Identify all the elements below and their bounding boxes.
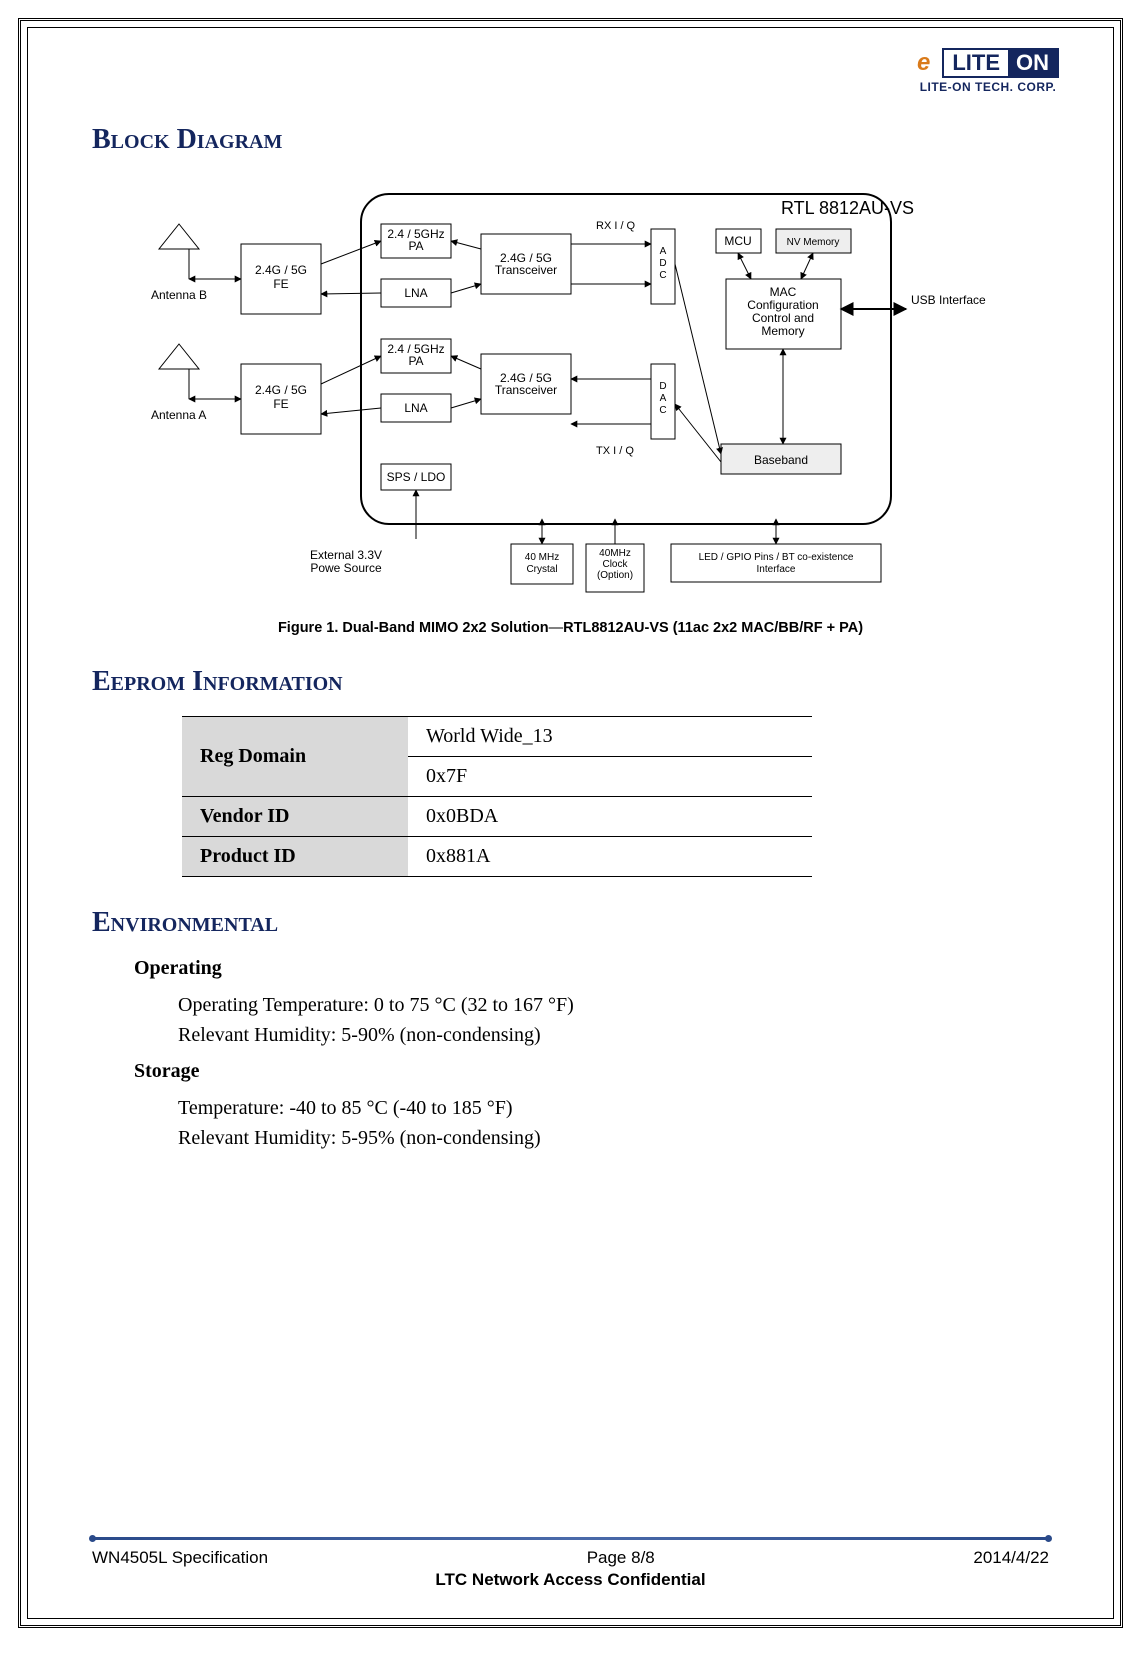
operating-humidity: Relevant Humidity: 5-90% (non-condensing… xyxy=(178,1020,1049,1050)
vendor-id-value: 0x0BDA xyxy=(408,797,812,837)
svg-text:MCU: MCU xyxy=(724,234,751,248)
footer-doc-name: WN4505L Specification xyxy=(92,1548,268,1568)
section-eeprom-heading: Eeprom Information xyxy=(92,666,1049,698)
svg-text:TX I / Q: TX I / Q xyxy=(596,445,634,457)
svg-text:DAC: DAC xyxy=(659,381,666,416)
section-environmental-heading: Environmental xyxy=(92,907,1049,939)
operating-subheading: Operating xyxy=(134,957,1049,980)
environmental-section: Operating Operating Temperature: 0 to 75… xyxy=(134,957,1049,1153)
svg-text:2.4G / 5GTransceiver: 2.4G / 5GTransceiver xyxy=(494,371,556,397)
footer-divider xyxy=(92,1537,1049,1540)
eeprom-table: Reg Domain World Wide_13 0x7F Vendor ID … xyxy=(182,716,812,877)
logo-subtitle: LITE-ON TECH. CORP. xyxy=(903,80,1073,94)
svg-text:NV Memory: NV Memory xyxy=(786,237,839,248)
antenna-a-label: Antenna A xyxy=(151,408,206,422)
page-footer: WN4505L Specification Page 8/8 2014/4/22… xyxy=(92,1537,1049,1590)
figure-caption-a: Figure 1. Dual-Band MIMO 2x2 Solution xyxy=(278,620,549,636)
reg-domain-value-2: 0x7F xyxy=(408,757,812,797)
storage-temperature: Temperature: -40 to 85 °C (-40 to 185 °F… xyxy=(178,1093,1049,1123)
section-block-diagram-heading: Block Diagram xyxy=(92,124,1049,156)
logo-text-lite: LITE xyxy=(944,50,1008,76)
product-id-header: Product ID xyxy=(182,837,408,877)
logo-swoosh-icon: e xyxy=(917,49,930,77)
storage-humidity: Relevant Humidity: 5-95% (non-condensing… xyxy=(178,1123,1049,1153)
svg-text:ADC: ADC xyxy=(659,246,666,281)
reg-domain-value-1: World Wide_13 xyxy=(408,717,812,757)
vendor-id-header: Vendor ID xyxy=(182,797,408,837)
product-id-value: 0x881A xyxy=(408,837,812,877)
logo-text-on: ON xyxy=(1008,50,1057,76)
operating-temperature: Operating Temperature: 0 to 75 °C (32 to… xyxy=(178,990,1049,1020)
antenna-b-icon xyxy=(159,224,199,279)
reg-domain-header: Reg Domain xyxy=(182,717,408,797)
block-diagram-figure: RTL 8812AU-VS Antenna B Antenna A 2.4G /… xyxy=(151,184,991,636)
svg-text:Baseband: Baseband xyxy=(753,453,807,467)
svg-text:SPS / LDO: SPS / LDO xyxy=(386,470,445,484)
liteon-logo: e LITE ON LITE-ON TECH. CORP. xyxy=(903,48,1073,94)
svg-text:40 MHzCrystal: 40 MHzCrystal xyxy=(524,552,558,575)
svg-text:2.4G / 5GTransceiver: 2.4G / 5GTransceiver xyxy=(494,251,556,277)
svg-text:External 3.3VPowe Source: External 3.3VPowe Source xyxy=(309,548,381,575)
storage-subheading: Storage xyxy=(134,1060,1049,1083)
footer-page-number: Page 8/8 xyxy=(587,1548,655,1568)
chip-label: RTL 8812AU-VS xyxy=(781,198,914,218)
usb-label: USB Interface xyxy=(911,293,986,307)
svg-text:LNA: LNA xyxy=(404,286,427,300)
footer-date: 2014/4/22 xyxy=(973,1548,1049,1568)
svg-text:LNA: LNA xyxy=(404,401,427,415)
figure-caption: Figure 1. Dual-Band MIMO 2x2 Solution—RT… xyxy=(151,620,991,636)
antenna-a-icon xyxy=(159,344,199,399)
figure-caption-b: RTL8812AU-VS (11ac 2x2 MAC/BB/RF + PA) xyxy=(563,620,863,636)
footer-confidential: LTC Network Access Confidential xyxy=(92,1570,1049,1590)
antenna-b-label: Antenna B xyxy=(151,288,207,302)
svg-text:RX I / Q: RX I / Q xyxy=(596,220,636,232)
